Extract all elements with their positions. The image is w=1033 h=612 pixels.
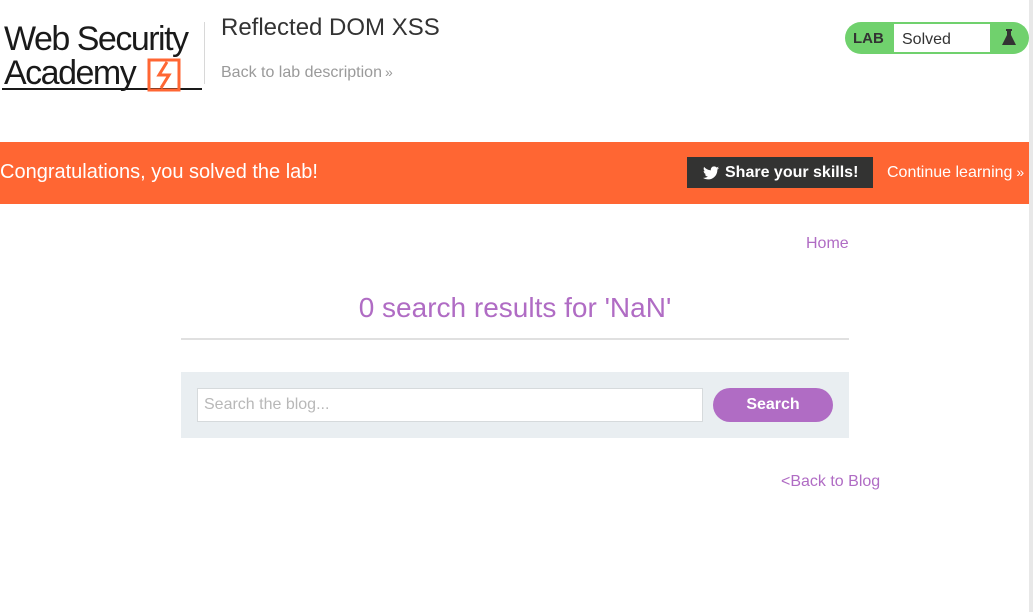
section-divider	[181, 338, 849, 340]
search-results-heading: 0 search results for 'NaN'	[358, 292, 672, 323]
continue-learning-label: Continue learning	[887, 164, 1013, 181]
page-scrollbar[interactable]	[1029, 0, 1033, 612]
lab-status-text: Solved	[893, 23, 991, 53]
search-button[interactable]: Search	[713, 388, 833, 422]
logo-text-line1: Web Security	[4, 20, 189, 58]
back-to-lab-description-link[interactable]: Back to lab description»	[221, 64, 393, 82]
back-to-lab-description-label: Back to lab description	[221, 64, 382, 81]
logo-text-line2: Academy	[4, 54, 137, 92]
search-input[interactable]	[197, 388, 703, 422]
double-chevron-right-icon: »	[1016, 164, 1025, 180]
solved-banner: Congratulations, you solved the lab! Sha…	[0, 142, 1029, 204]
twitter-icon	[703, 165, 719, 179]
web-security-academy-logo[interactable]: Web Security Academy	[2, 20, 202, 94]
share-your-skills-label: Share your skills!	[725, 163, 859, 181]
double-chevron-right-icon: »	[384, 64, 393, 80]
back-to-blog-link[interactable]: <Back to Blog	[781, 473, 880, 491]
congratulations-message: Congratulations, you solved the lab!	[0, 161, 318, 183]
logo-lightning-icon	[147, 58, 181, 92]
search-form: Search	[181, 372, 849, 438]
lab-title: Reflected DOM XSS	[221, 14, 440, 41]
flask-icon	[1002, 29, 1016, 45]
continue-learning-link[interactable]: Continue learning»	[887, 164, 1024, 182]
share-your-skills-button[interactable]: Share your skills!	[687, 157, 873, 188]
lab-label: LAB	[853, 30, 884, 47]
header-divider	[204, 22, 205, 84]
lab-status-widget: LAB Solved	[845, 22, 1029, 54]
home-link[interactable]: Home	[806, 235, 849, 253]
